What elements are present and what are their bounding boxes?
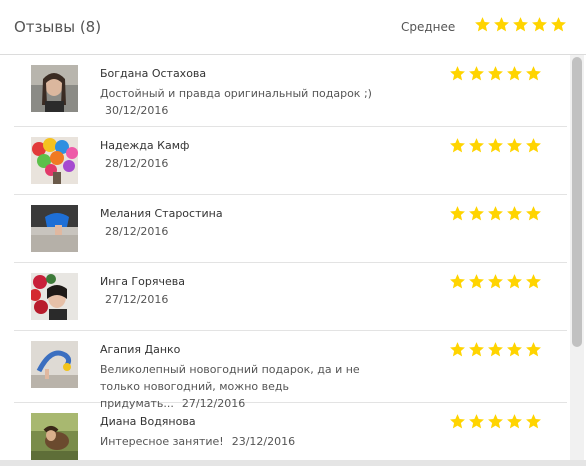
avatar <box>31 273 78 320</box>
review-rating <box>449 137 542 154</box>
review-text: 27/12/2016 <box>100 291 400 308</box>
avatar <box>31 413 78 460</box>
star-icon <box>450 66 465 81</box>
review-text: Интересное занятие! 23/12/2016 <box>100 433 400 450</box>
star-icon <box>507 414 522 429</box>
review-author: Надежда Камф <box>100 139 190 152</box>
review-rating <box>449 273 542 290</box>
review-author: Мелания Старостина <box>100 207 223 220</box>
review-rating <box>449 65 542 82</box>
review-author: Инга Горячева <box>100 275 185 288</box>
reviews-list[interactable]: Богдана Остахова Достойный и правда ориг… <box>0 55 570 460</box>
review-date: 30/12/2016 <box>105 104 169 117</box>
review-text: Достойный и правда оригинальный подарок … <box>100 85 400 119</box>
star-icon <box>469 138 484 153</box>
reviews-header: Отзывы (8) Среднее <box>0 0 586 55</box>
star-icon <box>526 206 541 221</box>
reviews-title: Отзывы (8) <box>14 18 102 36</box>
review-item: Надежда Камф 28/12/2016 <box>14 127 567 195</box>
star-icon <box>488 66 503 81</box>
review-item: Богдана Остахова Достойный и правда ориг… <box>14 55 567 127</box>
review-rating <box>449 341 542 358</box>
star-icon <box>450 138 465 153</box>
review-date: 28/12/2016 <box>105 225 169 238</box>
scrollbar-thumb[interactable] <box>572 57 582 347</box>
review-date: 23/12/2016 <box>231 435 296 448</box>
review-text: 28/12/2016 <box>100 155 400 172</box>
star-icon <box>469 274 484 289</box>
star-icon <box>507 138 522 153</box>
review-author: Диана Водянова <box>100 415 196 428</box>
star-icon <box>469 342 484 357</box>
star-icon <box>526 138 541 153</box>
star-icon <box>450 206 465 221</box>
review-author: Агапия Данко <box>100 343 181 356</box>
review-text: 28/12/2016 <box>100 223 400 240</box>
star-icon <box>469 414 484 429</box>
review-item: Мелания Старостина 28/12/2016 <box>14 195 567 263</box>
star-icon <box>488 274 503 289</box>
review-comment: Достойный и правда оригинальный подарок … <box>100 87 372 100</box>
star-icon <box>507 274 522 289</box>
star-icon <box>532 17 547 32</box>
star-icon <box>488 414 503 429</box>
average-label: Среднее <box>401 20 456 34</box>
review-comment: Интересное занятие! <box>100 435 224 448</box>
review-date: 27/12/2016 <box>105 293 169 306</box>
star-icon <box>450 342 465 357</box>
star-icon <box>526 414 541 429</box>
star-icon <box>507 66 522 81</box>
star-icon <box>513 17 528 32</box>
star-icon <box>450 414 465 429</box>
avatar <box>31 137 78 184</box>
star-icon <box>526 342 541 357</box>
review-rating <box>449 413 542 430</box>
star-icon <box>488 342 503 357</box>
review-item: Инга Горячева 27/12/2016 <box>14 263 567 331</box>
horizontal-scrollbar[interactable] <box>0 460 586 466</box>
star-icon <box>526 66 541 81</box>
star-icon <box>488 138 503 153</box>
avatar <box>31 205 78 252</box>
star-icon <box>469 206 484 221</box>
star-icon <box>507 342 522 357</box>
star-icon <box>526 274 541 289</box>
average-rating-stars <box>474 16 567 33</box>
review-item: Агапия Данко Великолепный новогодний под… <box>14 331 567 410</box>
star-icon <box>551 17 566 32</box>
review-rating <box>449 205 542 222</box>
avatar <box>31 341 78 388</box>
avatar <box>31 65 78 112</box>
star-icon <box>488 206 503 221</box>
star-icon <box>469 66 484 81</box>
star-icon <box>450 274 465 289</box>
review-item: Диана Водянова Интересное занятие! 23/12/… <box>14 403 567 460</box>
star-icon <box>507 206 522 221</box>
review-date: 28/12/2016 <box>105 157 169 170</box>
star-icon <box>494 17 509 32</box>
review-author: Богдана Остахова <box>100 67 207 80</box>
star-icon <box>475 17 490 32</box>
